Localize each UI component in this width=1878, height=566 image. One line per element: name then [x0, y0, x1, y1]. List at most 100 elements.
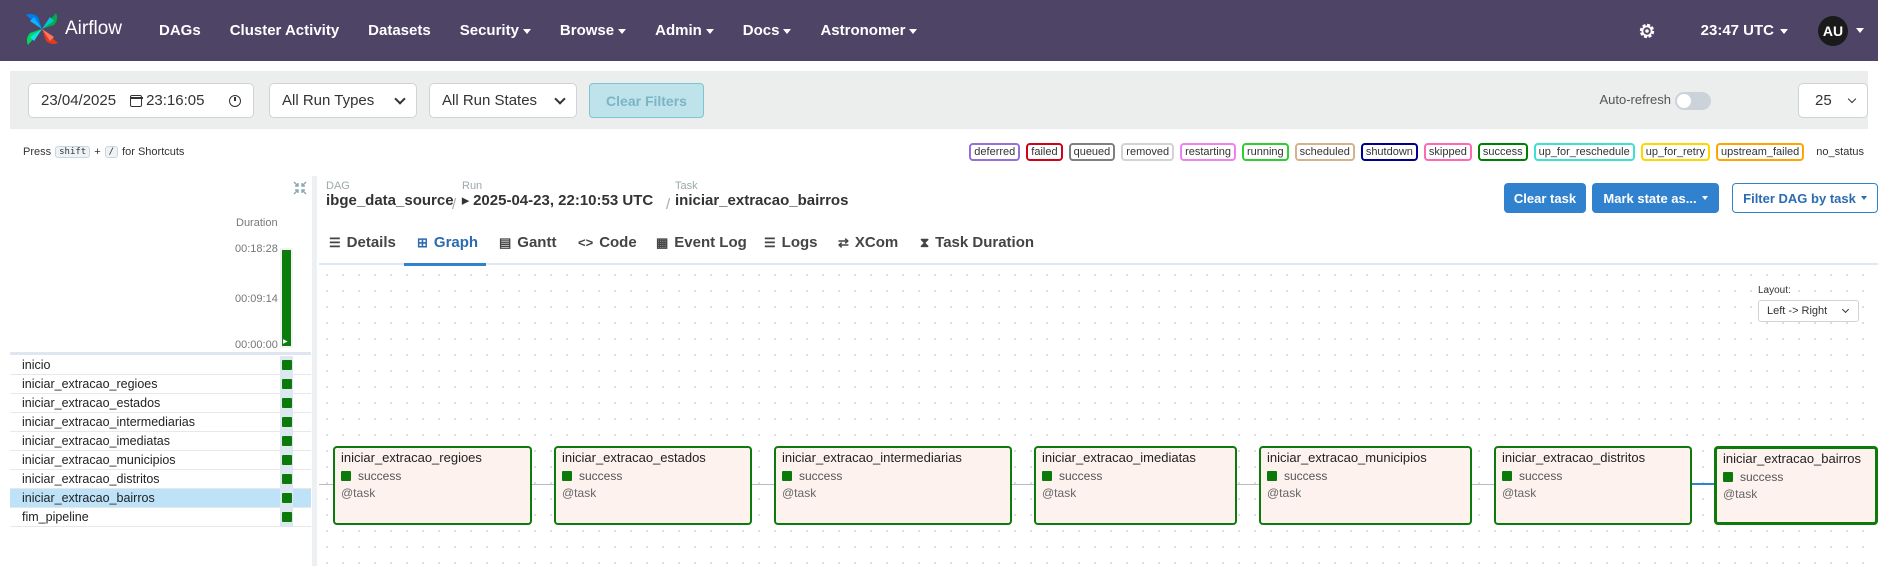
graph-icon: ⊞: [417, 234, 428, 250]
breadcrumb-task[interactable]: Task iniciar_extracao_bairros: [675, 180, 848, 209]
nav-admin-dropdown[interactable]: Admin: [655, 22, 714, 39]
task-row[interactable]: iniciar_extracao_municipios: [10, 451, 311, 470]
filter-dag-button[interactable]: Filter DAG by task: [1732, 183, 1878, 213]
auto-refresh-toggle[interactable]: [1675, 92, 1711, 110]
time-value: 23:16:05: [146, 92, 205, 109]
task-instance-status[interactable]: [282, 436, 292, 446]
shortcuts-hint: Press shift + / for Shortcuts: [23, 146, 184, 158]
nav-cluster-activity[interactable]: Cluster Activity: [230, 22, 339, 39]
mark-state-button[interactable]: Mark state as...: [1592, 183, 1719, 213]
clear-filters-button[interactable]: Clear Filters: [589, 83, 704, 118]
node-operator: @task: [341, 486, 376, 500]
task-instance-status[interactable]: [282, 379, 292, 389]
legend-scheduled[interactable]: scheduled: [1294, 143, 1355, 161]
nav-security-dropdown[interactable]: Security: [460, 22, 531, 39]
collapse-icon[interactable]: [293, 181, 307, 195]
task-row-selected[interactable]: iniciar_extracao_bairros: [10, 489, 311, 508]
legend-removed[interactable]: removed: [1121, 143, 1175, 161]
page-size-select[interactable]: 25: [1798, 83, 1868, 118]
nav-dags[interactable]: DAGs: [159, 22, 201, 39]
task-row[interactable]: iniciar_extracao_imediatas: [10, 432, 311, 451]
node-name: iniciar_extracao_bairros: [1723, 451, 1862, 466]
graph-node[interactable]: iniciar_extracao_municipios success @tas…: [1259, 446, 1472, 525]
graph-node-selected[interactable]: iniciar_extracao_bairros success @task: [1714, 446, 1878, 525]
nav-browse-dropdown[interactable]: Browse: [560, 22, 626, 39]
tab-details[interactable]: ☰ Details: [329, 234, 396, 251]
task-instance-status[interactable]: [282, 474, 292, 484]
legend-upstream-failed[interactable]: upstream_failed: [1716, 143, 1805, 161]
status-square: [782, 471, 792, 481]
task-row[interactable]: iniciar_extracao_estados: [10, 394, 311, 413]
legend-deferred[interactable]: deferred: [969, 143, 1021, 161]
user-avatar[interactable]: AU: [1818, 15, 1848, 46]
tab-task-duration[interactable]: ⧗ Task Duration: [920, 234, 1034, 251]
task-row[interactable]: iniciar_extracao_intermediarias: [10, 413, 311, 432]
graph-edge: [1012, 484, 1034, 485]
task-row[interactable]: iniciar_extracao_regioes: [10, 375, 311, 394]
task-instance-status[interactable]: [282, 493, 292, 503]
pane-resizer[interactable]: [312, 176, 317, 566]
node-state-label: success: [358, 469, 402, 483]
legend-skipped[interactable]: skipped: [1423, 143, 1472, 161]
tab-label: Details: [346, 234, 396, 251]
mark-state-label: Mark state as...: [1603, 190, 1697, 206]
brand[interactable]: Airflow: [22, 9, 122, 49]
graph-node[interactable]: iniciar_extracao_intermediarias success …: [774, 446, 1012, 525]
run-types-select[interactable]: All Run Types: [269, 83, 417, 118]
tab-code[interactable]: <> Code: [578, 234, 637, 251]
nav-astronomer-dropdown[interactable]: Astronomer: [820, 22, 917, 39]
tab-gantt[interactable]: ▤ Gantt: [499, 234, 556, 251]
task-instance-status[interactable]: [282, 398, 292, 408]
graph-node[interactable]: iniciar_extracao_imediatas success @task: [1034, 446, 1237, 525]
legend-no-status[interactable]: no_status: [1816, 146, 1864, 158]
tab-xcom[interactable]: ⇄ XCom: [838, 234, 898, 251]
legend-failed[interactable]: failed: [1026, 143, 1063, 161]
gantt-icon: ▤: [499, 234, 512, 250]
timezone-clock[interactable]: 23:47 UTC: [1701, 22, 1788, 39]
node-name: iniciar_extracao_imediatas: [1042, 450, 1196, 465]
graph-node[interactable]: iniciar_extracao_regioes success @task: [333, 446, 532, 525]
chevron-down-icon: [1847, 94, 1857, 104]
base-date-input[interactable]: 23/04/2025 23:16:05: [28, 83, 254, 118]
task-instance-status[interactable]: [282, 512, 292, 522]
breadcrumb-task-value: iniciar_extracao_bairros: [675, 192, 849, 209]
run-duration-bar[interactable]: [282, 250, 291, 346]
breadcrumb-dag-value: ibge_data_source: [326, 192, 454, 209]
task-instance-status[interactable]: [282, 417, 292, 427]
clear-task-button[interactable]: Clear task: [1504, 183, 1586, 213]
node-operator: @task: [1042, 486, 1077, 500]
clock-icon[interactable]: [229, 94, 241, 107]
graph-node[interactable]: iniciar_extracao_estados success @task: [554, 446, 752, 525]
tab-graph[interactable]: ⊞ Graph: [417, 234, 478, 251]
legend-running[interactable]: running: [1241, 143, 1289, 161]
task-list: inicio iniciar_extracao_regioes iniciar_…: [10, 356, 311, 527]
tab-event-log[interactable]: ▦ Event Log: [656, 234, 747, 251]
node-state: success: [1267, 469, 1327, 483]
task-row[interactable]: fim_pipeline: [10, 508, 311, 527]
legend-up-for-retry[interactable]: up_for_retry: [1640, 143, 1711, 161]
gear-icon[interactable]: [1637, 21, 1657, 41]
calendar-icon[interactable]: [129, 94, 143, 107]
task-row[interactable]: iniciar_extracao_distritos: [10, 470, 311, 489]
nav-docs-dropdown[interactable]: Docs: [743, 22, 792, 39]
task-row[interactable]: inicio: [10, 356, 311, 375]
task-instance-status[interactable]: [282, 455, 292, 465]
legend-queued[interactable]: queued: [1068, 143, 1116, 161]
legend-up-for-reschedule[interactable]: up_for_reschedule: [1533, 143, 1635, 161]
graph-node[interactable]: iniciar_extracao_distritos success @task: [1494, 446, 1692, 525]
run-states-select[interactable]: All Run States: [429, 83, 577, 118]
tab-logs[interactable]: ☰ Logs: [764, 234, 818, 251]
legend-restarting[interactable]: restarting: [1180, 143, 1236, 161]
nav-datasets[interactable]: Datasets: [368, 22, 431, 39]
task-instance-status[interactable]: [282, 360, 292, 370]
legend-success[interactable]: success: [1477, 143, 1528, 161]
chevron-down-icon: [554, 93, 566, 105]
status-square: [1042, 471, 1052, 481]
breadcrumb-dag[interactable]: DAG ibge_data_source: [326, 180, 454, 209]
tab-label: Task Duration: [935, 234, 1035, 251]
chevron-down-icon[interactable]: [1856, 28, 1864, 33]
state-legend: deferred failed queued removed restartin…: [963, 143, 1864, 161]
legend-shutdown[interactable]: shutdown: [1360, 143, 1418, 161]
breadcrumb-run[interactable]: Run ▶ 2025-04-23, 22:10:53 UTC: [462, 180, 653, 209]
layout-select[interactable]: Left -> Right: [1758, 300, 1859, 322]
